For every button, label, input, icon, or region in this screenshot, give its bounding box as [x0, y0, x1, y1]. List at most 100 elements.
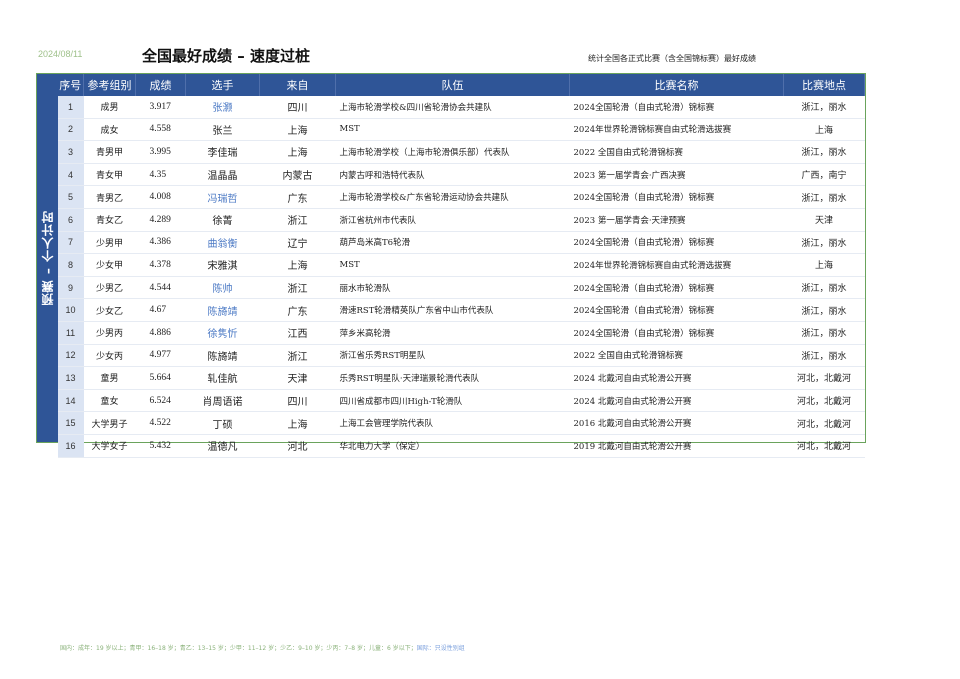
row-from: 上海: [259, 253, 336, 277]
records-table-container: 预赛 – 个人计时 序号 参考组别 成绩 选手 来自 队伍 比赛名称 比赛地点 …: [36, 73, 866, 458]
row-venue: 浙江，丽水: [783, 321, 865, 345]
row-result: 4.67: [135, 298, 186, 322]
table-row: 12 少女丙 4.977 陈旖靖 浙江 浙江省乐秀RST明星队 2022 全国自由式轮滑锦标…: [57, 344, 865, 368]
row-result: 5.664: [135, 366, 186, 390]
row-competition: 2024 北戴河自由式轮滑公开赛: [569, 366, 784, 390]
row-group: 青女甲: [83, 163, 136, 187]
table-row: 14 童女 6.524 肖周语诺 四川 四川省成都市四川High-T轮滑队 2024 北戴河…: [57, 389, 865, 413]
table-row: 3 青男甲 3.995 李佳瑞 上海 上海市轮滑学校（上海市轮滑俱乐部）代表队 2022 全…: [57, 140, 865, 164]
row-index: 8: [57, 253, 84, 277]
row-index: 6: [57, 208, 84, 232]
table-row: 2 成女 4.558 张兰 上海 MST 2024年世界轮滑锦标赛自由式轮滑选拔赛 上海: [57, 118, 865, 142]
col-header-venue: 比赛地点: [783, 74, 865, 96]
row-result: 5.432: [135, 434, 186, 458]
row-team: 上海工会管理学院代表队: [335, 411, 570, 435]
row-athlete[interactable]: 曲翁衡: [185, 231, 260, 255]
row-competition: 2024全国轮滑（自由式轮滑）锦标赛: [569, 96, 784, 119]
row-athlete: 丁硕: [185, 411, 260, 435]
col-header-athlete: 选手: [185, 74, 260, 96]
row-athlete: 温德凡: [185, 434, 260, 458]
col-header-result: 成绩: [135, 74, 186, 96]
row-team: 滑速RST轮滑精英队广东省中山市代表队: [335, 298, 570, 322]
row-from: 内蒙古: [259, 163, 336, 187]
records-table: 序号 参考组别 成绩 选手 来自 队伍 比赛名称 比赛地点 1 成男 3.917 张灏…: [57, 74, 865, 458]
row-competition: 2024 北戴河自由式轮滑公开赛: [569, 389, 784, 413]
row-athlete: 李佳瑞: [185, 140, 260, 164]
row-athlete[interactable]: 冯瑞哲: [185, 185, 260, 209]
row-index: 11: [57, 321, 84, 345]
row-result: 3.995: [135, 140, 186, 164]
row-athlete: 张兰: [185, 118, 260, 142]
row-result: 3.917: [135, 96, 186, 119]
footnote-international: 国际：只设性别组: [416, 645, 465, 652]
row-index: 12: [57, 344, 84, 368]
row-from: 江西: [259, 321, 336, 345]
row-athlete[interactable]: 陈帅: [185, 276, 260, 300]
row-group: 童男: [83, 366, 136, 390]
row-team: 浙江省乐秀RST明星队: [335, 344, 570, 368]
row-venue: 浙江，丽水: [783, 298, 865, 322]
table-row: 5 青男乙 4.008 冯瑞哲 广东 上海市轮滑学校&广东省轮滑运动协会共建队 2024全国…: [57, 185, 865, 209]
row-group: 童女: [83, 389, 136, 413]
row-competition: 2023 第一届学青会·天津预赛: [569, 208, 784, 232]
row-venue: 浙江，丽水: [783, 344, 865, 368]
row-venue: 河北，北戴河: [783, 411, 865, 435]
row-venue: 浙江，丽水: [783, 185, 865, 209]
row-athlete: 轧佳航: [185, 366, 260, 390]
row-venue: 浙江，丽水: [783, 276, 865, 300]
row-group: 少女甲: [83, 253, 136, 277]
row-from: 浙江: [259, 344, 336, 368]
row-from: 河北: [259, 434, 336, 458]
row-venue: 上海: [783, 253, 865, 277]
row-team: 上海市轮滑学校（上海市轮滑俱乐部）代表队: [335, 140, 570, 164]
row-group: 少男乙: [83, 276, 136, 300]
row-result: 4.544: [135, 276, 186, 300]
row-from: 四川: [259, 389, 336, 413]
row-index: 4: [57, 163, 84, 187]
col-header-competition: 比赛名称: [569, 74, 784, 96]
row-result: 4.977: [135, 344, 186, 368]
row-athlete[interactable]: 徐隽忻: [185, 321, 260, 345]
row-result: 4.386: [135, 231, 186, 255]
col-header-group: 参考组别: [83, 74, 136, 96]
row-group: 少男丙: [83, 321, 136, 345]
row-team: 葫芦岛米高T6轮滑: [335, 231, 570, 255]
row-from: 上海: [259, 140, 336, 164]
row-team: 乐秀RST明星队·天津瑞景轮滑代表队: [335, 366, 570, 390]
age-group-footnote: 国内：成年：19 岁以上；青甲：16–18 岁；青乙：13–15 岁；少甲：11…: [60, 643, 465, 652]
row-venue: 河北，北戴河: [783, 389, 865, 413]
row-index: 15: [57, 411, 84, 435]
row-athlete: 肖周语诺: [185, 389, 260, 413]
report-date: 2024/08/11: [38, 49, 83, 59]
row-venue: 河北，北戴河: [783, 366, 865, 390]
row-athlete[interactable]: 陈旖靖: [185, 298, 260, 322]
row-index: 14: [57, 389, 84, 413]
row-index: 10: [57, 298, 84, 322]
row-index: 5: [57, 185, 84, 209]
table-row: 6 青女乙 4.289 徐菁 浙江 浙江省杭州市代表队 2023 第一届学青会·天津预赛 天津: [57, 208, 865, 232]
row-from: 辽宁: [259, 231, 336, 255]
row-result: 6.524: [135, 389, 186, 413]
table-row: 9 少男乙 4.544 陈帅 浙江 丽水市轮滑队 2024全国轮滑（自由式轮滑）锦标赛 浙江，…: [57, 276, 865, 300]
row-index: 13: [57, 366, 84, 390]
row-competition: 2023 第一届学青会·广西决赛: [569, 163, 784, 187]
col-header-from: 来自: [259, 74, 336, 96]
row-competition: 2024年世界轮滑锦标赛自由式轮滑选拔赛: [569, 118, 784, 142]
row-competition: 2024年世界轮滑锦标赛自由式轮滑选拔赛: [569, 253, 784, 277]
row-group: 青男乙: [83, 185, 136, 209]
row-group: 青男甲: [83, 140, 136, 164]
row-athlete: 温晶晶: [185, 163, 260, 187]
side-label: 预赛 – 个人计时: [40, 210, 55, 306]
row-competition: 2016 北戴河自由式轮滑公开赛: [569, 411, 784, 435]
row-index: 16: [57, 434, 84, 458]
row-competition: 2024全国轮滑（自由式轮滑）锦标赛: [569, 321, 784, 345]
row-venue: 浙江，丽水: [783, 231, 865, 255]
row-athlete[interactable]: 张灏: [185, 96, 260, 119]
table-row: 15 大学男子 4.522 丁硕 上海 上海工会管理学院代表队 2016 北戴河自由式轮滑公…: [57, 411, 865, 435]
row-result: 4.558: [135, 118, 186, 142]
row-team: MST: [335, 118, 570, 142]
table-row: 16 大学女子 5.432 温德凡 河北 华北电力大学（保定） 2019 北戴河自由式轮滑公…: [57, 434, 865, 458]
row-group: 少男甲: [83, 231, 136, 255]
table-row: 13 童男 5.664 轧佳航 天津 乐秀RST明星队·天津瑞景轮滑代表队 2024 北戴河…: [57, 366, 865, 390]
page-subtitle: 统计全国各正式比赛（含全国锦标赛）最好成绩: [588, 54, 756, 63]
